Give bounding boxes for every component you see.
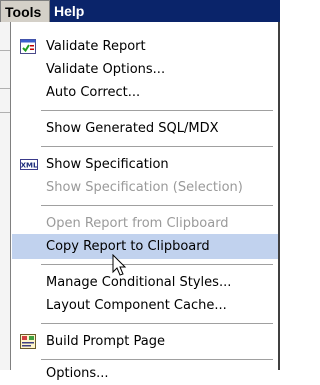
svg-text:XML: XML [21,162,38,170]
menu-tools[interactable]: Tools [0,0,50,22]
menu-item-label: Show Specification [46,157,169,172]
menu-item-validate-options[interactable]: Validate Options... [13,58,277,81]
validate-report-icon [20,39,36,54]
menu-item-layout-component-cache[interactable]: Layout Component Cache... [13,294,277,317]
menu-item-options[interactable]: Options... [13,362,277,385]
xml-icon: XML [20,157,38,172]
menu-item-show-generated-sql[interactable]: Show Generated SQL/MDX [13,117,277,140]
menu-item-validate-report[interactable]: Validate Report [13,35,277,58]
build-prompt-page-icon [20,334,36,349]
menu-separator [41,264,273,265]
menu-item-label: Show Specification (Selection) [46,180,243,195]
tools-dropdown-menu: Validate Report Validate Options... Auto… [10,22,280,381]
menu-help[interactable]: Help [50,0,94,22]
menu-separator [41,110,273,111]
menu-separator [41,359,273,360]
menu-item-label: Show Generated SQL/MDX [46,121,219,136]
menu-item-label: Validate Report [46,39,146,54]
background-divider [0,88,10,89]
menu-item-auto-correct[interactable]: Auto Correct... [13,81,277,104]
menu-bar: Tools Help [0,0,280,22]
menu-item-copy-report-to-clipboard[interactable]: Copy Report to Clipboard [12,234,278,259]
menu-item-label: Auto Correct... [46,85,141,100]
menubar-background [94,0,280,22]
menu-item-label: Manage Conditional Styles... [46,275,232,290]
mouse-pointer-icon [112,254,127,276]
menu-item-label: Options... [46,366,109,381]
menu-separator [41,146,273,147]
background-divider [0,112,10,113]
menu-item-build-prompt-page[interactable]: Build Prompt Page [13,330,277,353]
menu-item-open-report-from-clipboard[interactable]: Open Report from Clipboard [13,212,277,235]
menu-item-label: Build Prompt Page [46,334,166,349]
menu-item-show-specification-selection[interactable]: Show Specification (Selection) [13,176,277,199]
menu-item-label: Validate Options... [46,62,166,77]
menu-item-show-specification[interactable]: XML Show Specification [13,153,277,176]
menu-item-label: Layout Component Cache... [46,298,227,313]
menu-item-label: Open Report from Clipboard [46,216,229,231]
menu-item-manage-conditional-styles[interactable]: Manage Conditional Styles... [13,271,277,294]
menu-item-label: Copy Report to Clipboard [46,239,210,254]
background-window-edge [0,22,10,370]
background-divider [0,50,10,51]
menu-separator [41,323,273,324]
menu-separator [41,205,273,206]
